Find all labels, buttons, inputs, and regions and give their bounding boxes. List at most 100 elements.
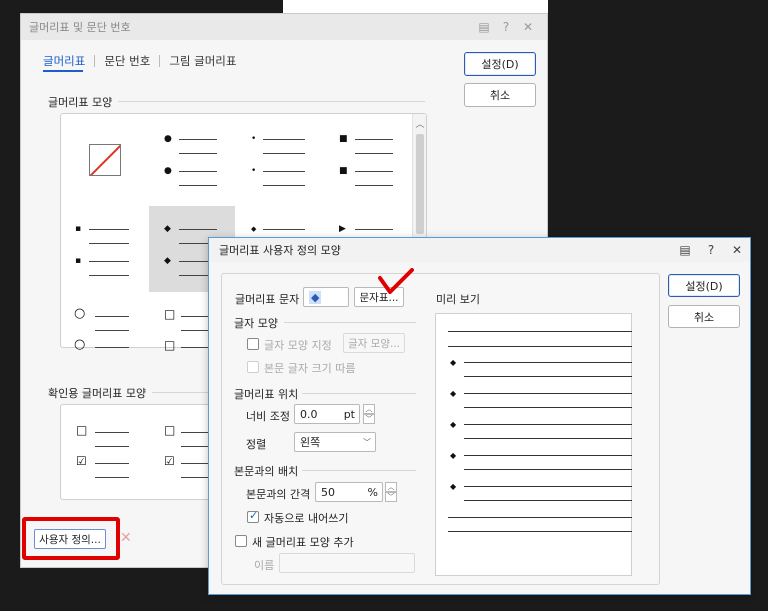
line-sample: [179, 139, 217, 140]
bg-tab-strip: 글머리표 문단 번호 그림 글머리표: [43, 53, 236, 69]
gallery-item-small-square[interactable]: ▪ ▪: [61, 204, 147, 290]
bullet-arrow-icon: ▶: [339, 224, 346, 234]
add-new-checkbox[interactable]: [235, 535, 247, 547]
width-input[interactable]: 0.0 pt: [294, 404, 360, 424]
font-spec-label: 글자 모양 지정: [264, 339, 332, 352]
help-icon[interactable]: ?: [698, 243, 724, 257]
help-icon[interactable]: ?: [495, 20, 517, 34]
preview-bullet-icon: ◆: [450, 451, 457, 460]
line-sample: [89, 243, 129, 244]
check-item-unchecked[interactable]: □ ☑: [61, 405, 147, 501]
bullet-char-field[interactable]: ◆: [303, 287, 349, 307]
tab-paragraph-numbering[interactable]: 문단 번호: [104, 53, 150, 69]
align-value: 왼쪽: [300, 436, 321, 449]
preview-line: [464, 438, 632, 439]
font-spec-checkbox[interactable]: [247, 338, 259, 350]
layout-group-label: 본문과의 배치: [234, 465, 299, 478]
spin-down-icon[interactable]: ﹀: [363, 414, 375, 424]
line-sample: [355, 153, 393, 154]
preview-line: [448, 531, 632, 532]
tab-bullets[interactable]: 글머리표: [43, 53, 85, 69]
line-sample: [95, 477, 129, 478]
gallery-item-dot[interactable]: ● ●: [149, 114, 235, 200]
line-sample: [89, 261, 129, 262]
gap-spinner[interactable]: ︿ ﹀: [385, 482, 397, 502]
tab-separator: [94, 55, 96, 67]
bg-ok-button[interactable]: 설정(D): [464, 52, 536, 76]
position-group-label: 글머리표 위치: [234, 388, 299, 401]
spin-up-icon[interactable]: ︿: [385, 482, 397, 492]
tab-picture-bullets[interactable]: 그림 글머리표: [169, 53, 236, 69]
line-sample: [95, 463, 129, 464]
gap-unit: %: [367, 485, 378, 499]
close-icon[interactable]: ✕: [517, 20, 539, 34]
width-value: 0.0: [300, 407, 318, 421]
line-sample: [95, 432, 129, 433]
help-context-icon[interactable]: ▤: [473, 20, 495, 34]
preview-bullet-icon: ◆: [450, 482, 457, 491]
group-divider: [284, 322, 416, 323]
align-select[interactable]: 왼쪽 ﹀: [294, 432, 376, 452]
line-sample: [263, 185, 305, 186]
line-sample: [263, 229, 305, 230]
checkbox-checked-icon: ☑: [76, 454, 87, 468]
line-sample: [355, 171, 393, 172]
scroll-thumb[interactable]: [416, 134, 424, 234]
delete-disabled-icon: ✕: [120, 530, 132, 546]
gap-value: 50: [321, 485, 335, 499]
close-icon[interactable]: ✕: [724, 243, 750, 257]
line-sample: [95, 446, 129, 447]
preview-line: [464, 424, 632, 425]
preview-line: [448, 331, 632, 332]
group-divider: [302, 470, 416, 471]
gallery-item-none[interactable]: [61, 114, 147, 200]
fg-dialog-title: 글머리표 사용자 정의 모양: [219, 244, 341, 257]
line-sample: [89, 229, 129, 230]
font-shape-button[interactable]: 글자 모양...: [343, 333, 405, 353]
check-section-label: 확인용 글머리표 모양: [48, 385, 153, 401]
width-label: 너비 조정: [246, 410, 290, 423]
line-sample: [263, 171, 305, 172]
preview-line: [464, 469, 632, 470]
follow-size-checkbox[interactable]: [247, 361, 259, 373]
align-label: 정렬: [246, 438, 267, 451]
preview-line: [464, 407, 632, 408]
gallery-item-square[interactable]: ■ ■: [325, 114, 411, 200]
spin-down-icon[interactable]: ﹀: [385, 492, 397, 502]
bg-dialog-title: 글머리표 및 문단 번호: [29, 21, 131, 34]
gap-input[interactable]: 50 %: [315, 482, 383, 502]
spin-up-icon[interactable]: ︿: [363, 404, 375, 414]
active-tab-underline: [43, 70, 83, 72]
bullet-square-icon: ■: [339, 134, 348, 144]
preview-line: [464, 455, 632, 456]
gallery-item-small-dot[interactable]: • •: [237, 114, 323, 200]
line-sample: [355, 185, 393, 186]
bullet-small-square-icon: ▪: [75, 224, 82, 234]
checkbox-bold-checked-icon: ☑: [164, 454, 175, 468]
width-spinner[interactable]: ︿ ﹀: [363, 404, 375, 424]
bullet-hollow-square-icon: □: [164, 307, 176, 321]
fg-ok-button[interactable]: 설정(D): [668, 274, 740, 297]
red-checkmark-annotation: [378, 268, 414, 294]
gap-label: 본문과의 간격: [246, 488, 311, 501]
line-sample: [179, 153, 217, 154]
auto-indent-checkbox[interactable]: [247, 509, 259, 523]
line-sample: [179, 229, 217, 230]
help-context-icon[interactable]: ▤: [672, 243, 698, 257]
bullet-diamond-icon: ◆: [164, 224, 171, 234]
line-sample: [95, 347, 129, 348]
bg-cancel-button[interactable]: 취소: [464, 83, 536, 107]
fg-cancel-button[interactable]: 취소: [668, 305, 740, 328]
bullet-circle-icon: ○: [74, 306, 86, 321]
gallery-item-circle[interactable]: ○ ○: [61, 294, 147, 380]
bullet-char-label: 글머리표 문자: [235, 293, 300, 306]
line-sample: [355, 139, 393, 140]
custom-bullet-dialog: 글머리표 사용자 정의 모양 ▤ ? ✕ 설정(D) 취소 글머리표 문자 ◆ …: [208, 237, 751, 595]
preview-label: 미리 보기: [436, 293, 480, 306]
preview-bullet-icon: ◆: [450, 358, 457, 367]
name-input[interactable]: [279, 553, 415, 573]
scroll-up-arrow-icon[interactable]: ︿: [413, 117, 427, 130]
name-label: 이름: [254, 559, 275, 572]
bullet-dot-icon: ●: [164, 166, 172, 176]
preview-line: [464, 362, 632, 363]
